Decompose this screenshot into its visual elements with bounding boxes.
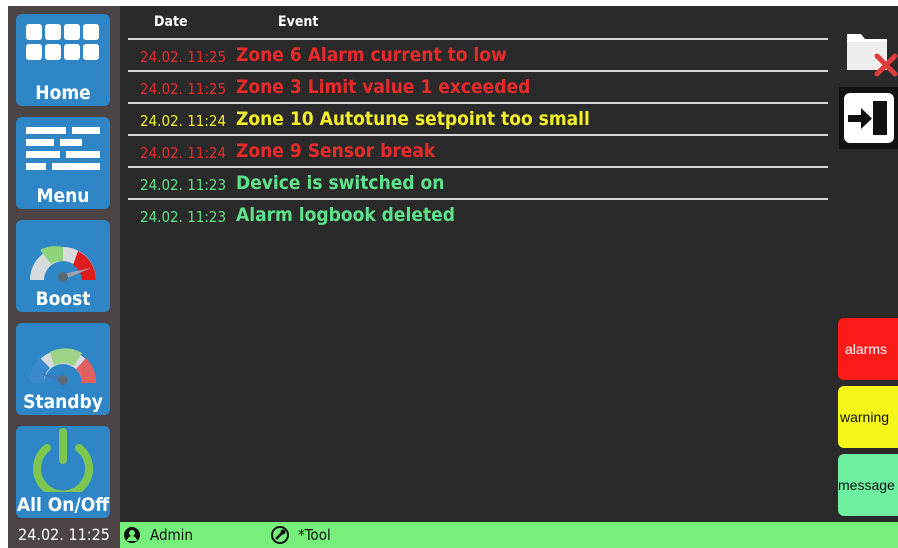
log-event: Zone 10 Autotune setpoint too small <box>236 108 590 130</box>
boost-label: Boost <box>35 288 91 310</box>
log-row[interactable]: 24.02. 11:24 Zone 9 Sensor break <box>128 136 828 168</box>
grid-icon <box>26 24 99 60</box>
folder-delete-icon <box>847 34 898 77</box>
log-row[interactable]: 24.02. 11:23 Device is switched on <box>128 168 828 200</box>
log-event: Zone 9 Sensor break <box>236 140 436 162</box>
log-row[interactable]: 24.02. 11:23 Alarm logbook deleted <box>128 200 828 232</box>
log-date: 24.02. 11:24 <box>140 112 227 130</box>
delete-log-button[interactable] <box>839 26 898 82</box>
log-row[interactable]: 24.02. 11:25 Zone 6 Alarm current to low <box>128 40 828 72</box>
menu-label: Menu <box>36 185 90 207</box>
message-filter-label: message <box>838 477 895 493</box>
tool-icon <box>271 526 289 544</box>
status-tool[interactable]: *Tool <box>298 522 331 548</box>
log-event: Zone 6 Alarm current to low <box>236 44 507 66</box>
status-bar: 24.02. 11:25 Admin *Tool <box>8 522 898 548</box>
log-event: Alarm logbook deleted <box>236 204 455 226</box>
log-row[interactable]: 24.02. 11:24 Zone 10 Autotune setpoint t… <box>128 104 828 136</box>
log-date: 24.02. 11:23 <box>140 176 227 194</box>
power-icon <box>33 428 93 492</box>
warning-filter-label: warning <box>840 409 890 425</box>
logout-icon <box>844 93 894 143</box>
home-button[interactable]: Home <box>16 14 110 106</box>
all-on-off-label: All On/Off <box>16 494 110 516</box>
log-date: 24.02. 11:25 <box>140 48 227 66</box>
header-row <box>128 6 828 40</box>
log-event: Device is switched on <box>236 172 445 194</box>
screen: Home Menu Boost Standby All On/Off Date … <box>8 6 898 548</box>
log-event: Zone 3 Limit value 1 exceeded <box>236 76 531 98</box>
warning-filter-button[interactable]: warning <box>838 386 898 448</box>
home-label: Home <box>35 82 91 104</box>
standby-button[interactable]: Standby <box>16 323 110 415</box>
alarms-filter-label: alarms <box>845 341 888 357</box>
menu-button[interactable]: Menu <box>16 117 110 209</box>
boost-button[interactable]: Boost <box>16 220 110 312</box>
alarms-filter-button[interactable]: alarms <box>838 318 898 380</box>
gauge-standby-icon <box>29 348 97 385</box>
user-icon <box>124 527 140 543</box>
gauge-boost-icon <box>30 246 96 282</box>
message-filter-button[interactable]: message <box>838 454 898 516</box>
standby-label: Standby <box>23 391 103 413</box>
log-date: 24.02. 11:25 <box>140 80 227 98</box>
sidebar: Home Menu Boost Standby All On/Off <box>8 6 120 522</box>
menu-list-icon <box>26 127 100 170</box>
log-date: 24.02. 11:23 <box>140 208 227 226</box>
log-date: 24.02. 11:24 <box>140 144 227 162</box>
status-datetime: 24.02. 11:25 <box>8 522 120 548</box>
exit-button[interactable] <box>839 87 898 149</box>
status-user[interactable]: Admin <box>150 522 193 548</box>
all-on-off-button[interactable]: All On/Off <box>16 426 110 518</box>
log-row[interactable]: 24.02. 11:25 Zone 3 Limit value 1 exceed… <box>128 72 828 104</box>
